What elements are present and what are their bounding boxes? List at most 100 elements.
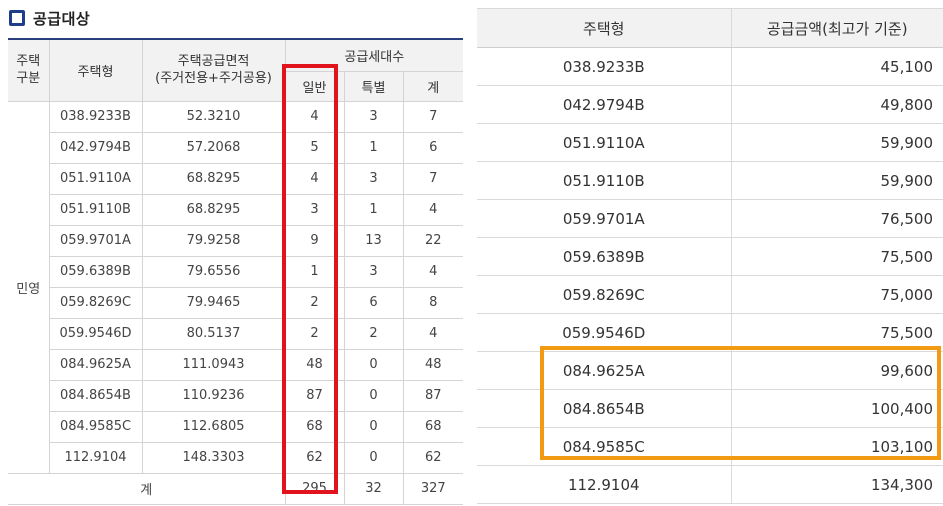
cell-area: 110.9236	[141, 379, 286, 412]
footer-total: 327	[402, 472, 464, 505]
cell-type: 059.6389B	[477, 237, 731, 276]
footer-label: 계	[8, 472, 286, 505]
header-category-text: 주택 구분	[16, 54, 41, 87]
table-row: 051.9110A 59,900	[477, 123, 943, 162]
cell-special: 6	[343, 286, 404, 319]
header-price: 공급금액(최고가 기준)	[730, 8, 943, 48]
cell-price: 99,600	[730, 351, 943, 390]
cell-area: 68.8295	[141, 193, 286, 226]
cell-general: 3	[284, 193, 345, 226]
table-row: 059.9701A 76,500	[477, 199, 943, 238]
cell-total: 68	[402, 410, 464, 443]
cell-total: 7	[402, 162, 464, 195]
cell-area: 148.3303	[141, 441, 286, 474]
cell-area: 79.9258	[141, 224, 286, 257]
header-units: 공급세대수	[284, 38, 464, 72]
cell-total: 4	[402, 193, 464, 226]
cell-type: 038.9233B	[477, 47, 731, 86]
table-row: 059.9546D 75,500	[477, 313, 943, 352]
table-row: 084.9625A 99,600	[477, 351, 943, 390]
cell-total: 7	[402, 100, 464, 133]
cell-area: 80.5137	[141, 317, 286, 350]
cell-type: 051.9110A	[477, 123, 731, 162]
cell-general: 4	[284, 100, 345, 133]
table-row: 059.9546D 80.5137 2 2 4	[8, 317, 464, 350]
cell-type: 038.9233B	[48, 100, 143, 133]
cell-total: 4	[402, 317, 464, 350]
group-label: 민영	[8, 100, 50, 474]
cell-type: 084.8654B	[477, 389, 731, 428]
cell-total: 87	[402, 379, 464, 412]
cell-type: 059.8269C	[477, 275, 731, 314]
cell-price: 75,500	[730, 237, 943, 276]
cell-area: 68.8295	[141, 162, 286, 195]
cell-type: 042.9794B	[48, 131, 143, 164]
cell-general: 68	[284, 410, 345, 443]
table-row: 084.9585C 103,100	[477, 427, 943, 466]
table-row: 051.9110B 68.8295 3 1 4	[8, 193, 464, 226]
table-footer-row: 계 295 32 327	[8, 472, 464, 505]
table-row: 084.8654B 100,400	[477, 389, 943, 428]
cell-price: 59,900	[730, 161, 943, 200]
cell-special: 0	[343, 348, 404, 381]
header-area: 주택공급면적 (주거전용+주거공용)	[141, 38, 286, 102]
cell-type: 051.9110B	[48, 193, 143, 226]
cell-type: 051.9110B	[477, 161, 731, 200]
table-row: 042.9794B 57.2068 5 1 6	[8, 131, 464, 164]
cell-special: 3	[343, 100, 404, 133]
supply-price-table: 주택형 공급금액(최고가 기준) 038.9233B 45,100 042.9794…	[477, 8, 943, 504]
cell-general: 48	[284, 348, 345, 381]
table-row: 059.8269C 75,000	[477, 275, 943, 314]
cell-total: 6	[402, 131, 464, 164]
header-category: 주택 구분	[8, 38, 50, 102]
cell-type: 059.9701A	[48, 224, 143, 257]
cell-type: 112.9104	[477, 465, 731, 504]
cell-price: 49,800	[730, 85, 943, 124]
table-row: 038.9233B 45,100	[477, 47, 943, 86]
table-row: 059.6389B 75,500	[477, 237, 943, 276]
cell-price: 59,900	[730, 123, 943, 162]
cell-price: 45,100	[730, 47, 943, 86]
cell-special: 1	[343, 193, 404, 226]
cell-area: 79.9465	[141, 286, 286, 319]
cell-area: 79.6556	[141, 255, 286, 288]
footer-general: 295	[284, 472, 345, 505]
cell-general: 9	[284, 224, 345, 257]
cell-price: 76,500	[730, 199, 943, 238]
cell-general: 62	[284, 441, 345, 474]
cell-type: 084.9585C	[477, 427, 731, 466]
table-row: 051.9110A 68.8295 4 3 7	[8, 162, 464, 195]
table-row: 112.9104 148.3303 62 0 62	[8, 441, 464, 474]
section-title: 공급대상	[8, 4, 90, 32]
cell-type: 084.8654B	[48, 379, 143, 412]
cell-special: 0	[343, 379, 404, 412]
table-row: 059.8269C 79.9465 2 6 8	[8, 286, 464, 319]
cell-special: 13	[343, 224, 404, 257]
table-row: 084.9625A 111.0943 48 0 48	[8, 348, 464, 381]
cell-price: 103,100	[730, 427, 943, 466]
cell-price: 100,400	[730, 389, 943, 428]
cell-price: 75,000	[730, 275, 943, 314]
header-special: 특별	[343, 70, 404, 102]
cell-type: 112.9104	[48, 441, 143, 474]
cell-type: 042.9794B	[477, 85, 731, 124]
cell-area: 57.2068	[141, 131, 286, 164]
cell-type: 059.6389B	[48, 255, 143, 288]
cell-type: 084.9585C	[48, 410, 143, 443]
cell-area: 112.6805	[141, 410, 286, 443]
cell-type: 059.9546D	[48, 317, 143, 350]
header-price-type: 주택형	[477, 8, 731, 48]
table-row: 059.6389B 79.6556 1 3 4	[8, 255, 464, 288]
cell-general: 1	[284, 255, 345, 288]
cell-special: 2	[343, 317, 404, 350]
table-row: 042.9794B 49,800	[477, 85, 943, 124]
cell-general: 2	[284, 317, 345, 350]
cell-type: 084.9625A	[477, 351, 731, 390]
supply-units-table: 주택 구분 주택형 주택공급면적 (주거전용+주거공용) 공급세대수 일반 특별…	[8, 38, 464, 505]
cell-total: 62	[402, 441, 464, 474]
cell-type: 059.9701A	[477, 199, 731, 238]
cell-general: 87	[284, 379, 345, 412]
cell-general: 4	[284, 162, 345, 195]
cell-general: 2	[284, 286, 345, 319]
header-type: 주택형	[48, 38, 143, 102]
